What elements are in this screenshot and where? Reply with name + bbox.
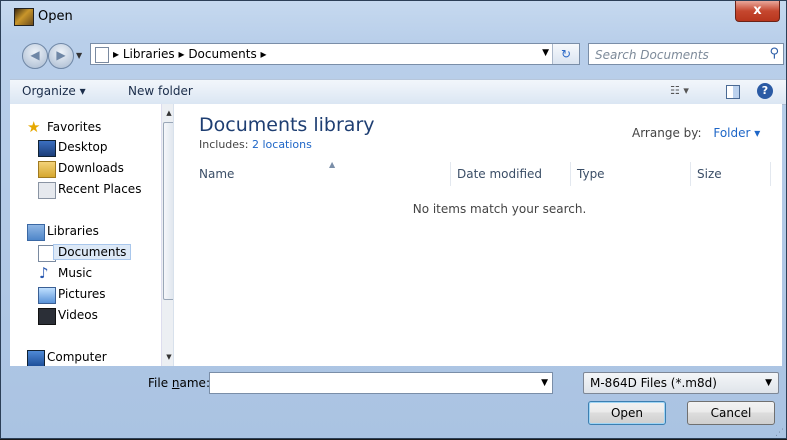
help-icon[interactable]: ?	[757, 83, 773, 99]
sidebar-label: Downloads	[58, 161, 124, 175]
arrange-by: Arrange by: Folder ▾	[632, 126, 760, 140]
sidebar-label: Pictures	[58, 287, 106, 301]
sidebar-label: Desktop	[58, 140, 108, 154]
column-header-type[interactable]: Type	[571, 162, 691, 186]
address-bar[interactable]: ▸ Libraries ▸ Documents ▸ ▼ ↻	[90, 43, 580, 65]
change-view-icon[interactable]: ☷ ▾	[670, 84, 689, 97]
column-label: Name	[199, 167, 235, 181]
refresh-icon[interactable]: ↻	[552, 44, 579, 64]
app-icon	[14, 8, 34, 26]
sidebar-label: Documents	[52, 244, 132, 260]
open-dialog: Open x ◀ ▶ ▼ ▸ Libraries ▸ Documents ▸ ▼…	[0, 0, 787, 439]
sidebar-item-pictures[interactable]: Pictures	[10, 285, 160, 305]
sidebar-item-favorites[interactable]: ★ Favorites	[10, 118, 160, 138]
sidebar-label: Music	[58, 266, 93, 280]
sidebar-item-recent-places[interactable]: Recent Places	[10, 180, 160, 200]
sidebar-label: Libraries	[47, 224, 99, 238]
scroll-up-icon[interactable]: ▲	[162, 106, 173, 120]
libraries-icon	[27, 224, 45, 241]
file-name-label-text: File	[148, 376, 172, 390]
sidebar-item-documents[interactable]: Documents	[10, 243, 160, 263]
scroll-down-icon[interactable]: ▼	[162, 350, 173, 364]
navigation-bar: ◀ ▶ ▼ ▸ Libraries ▸ Documents ▸ ▼ ↻ ⚲	[10, 39, 786, 69]
resize-grip-icon[interactable]: ⋰	[775, 428, 784, 438]
sidebar-item-videos[interactable]: Videos	[10, 306, 160, 326]
file-name-mnemonic: n	[171, 376, 180, 390]
locations-link[interactable]: 2 locations	[252, 138, 312, 151]
open-button[interactable]: Open	[588, 401, 666, 425]
pictures-icon	[38, 287, 56, 304]
library-title: Documents library	[199, 114, 375, 136]
window-title: Open	[38, 9, 73, 24]
column-header-name[interactable]: ▲ Name	[193, 160, 451, 186]
file-name-input[interactable]	[210, 373, 534, 395]
search-icon[interactable]: ⚲	[769, 46, 779, 61]
music-icon: ♪	[39, 264, 49, 282]
file-type-value: M-864D Files (*.m8d)	[590, 376, 717, 390]
navigation-scrollbar[interactable]: ▲ ▼	[161, 104, 173, 366]
sidebar-label: Favorites	[47, 120, 102, 134]
folder-icon	[95, 47, 109, 63]
dialog-footer: File name: ▼ M-864D Files (*.m8d) ▼ Open…	[10, 366, 786, 440]
videos-icon	[38, 308, 56, 325]
sidebar-item-computer[interactable]: Computer	[10, 348, 160, 366]
sidebar-item-downloads[interactable]: Downloads	[10, 159, 160, 179]
empty-message: No items match your search.	[412, 202, 587, 216]
file-list-pane: Documents library Includes: 2 locations …	[177, 104, 782, 366]
recent-pages-dropdown-icon[interactable]: ▼	[76, 51, 82, 60]
sidebar-item-music[interactable]: ♪ Music	[10, 264, 160, 284]
sidebar-label: Videos	[58, 308, 98, 322]
content-area: ★ Favorites Desktop Downloads Recent Pla…	[10, 104, 782, 366]
title-bar[interactable]: Open	[10, 1, 786, 39]
file-name-label-text: ame:	[179, 376, 210, 390]
file-type-dropdown-icon: ▼	[765, 378, 772, 388]
forward-arrow-icon[interactable]: ▶	[48, 43, 74, 69]
breadcrumb[interactable]: ▸ Libraries ▸ Documents ▸	[113, 47, 267, 61]
back-arrow-icon[interactable]: ◀	[22, 43, 48, 69]
preview-pane-icon[interactable]	[726, 85, 740, 99]
includes-label: Includes:	[199, 138, 249, 151]
search-input[interactable]	[589, 44, 767, 66]
search-box[interactable]: ⚲	[588, 43, 784, 66]
recent-places-icon	[38, 182, 56, 199]
sort-ascending-icon: ▲	[329, 160, 336, 169]
column-header-size[interactable]: Size	[691, 162, 771, 186]
file-name-combobox[interactable]: ▼	[209, 372, 553, 395]
sidebar-item-libraries[interactable]: Libraries	[10, 222, 160, 242]
scrollbar-thumb[interactable]	[163, 122, 173, 300]
file-type-select[interactable]: M-864D Files (*.m8d) ▼	[583, 372, 779, 394]
address-dropdown-icon[interactable]: ▼	[542, 48, 549, 58]
file-name-dropdown-icon[interactable]: ▼	[541, 378, 548, 388]
file-name-label: File name:	[148, 376, 210, 390]
cancel-button[interactable]: Cancel	[687, 401, 775, 425]
sidebar-item-desktop[interactable]: Desktop	[10, 138, 160, 158]
new-folder-button[interactable]: New folder	[128, 84, 193, 98]
arrange-by-label: Arrange by:	[632, 126, 702, 140]
star-icon: ★	[27, 118, 41, 136]
column-header-date-modified[interactable]: Date modified	[451, 162, 571, 186]
downloads-folder-icon	[38, 161, 56, 178]
desktop-icon	[38, 140, 56, 157]
organize-menu-button[interactable]: Organize ▾	[22, 84, 86, 98]
sidebar-label: Computer	[47, 350, 107, 364]
sidebar-label: Recent Places	[58, 182, 142, 196]
close-button[interactable]: x	[735, 1, 780, 22]
toolbar: Organize ▾ New folder ☷ ▾ ?	[10, 79, 786, 105]
computer-icon	[27, 350, 45, 366]
navigation-pane: ★ Favorites Desktop Downloads Recent Pla…	[10, 104, 174, 366]
arrange-by-dropdown[interactable]: Folder ▾	[713, 126, 760, 140]
library-includes: Includes: 2 locations	[199, 138, 312, 151]
